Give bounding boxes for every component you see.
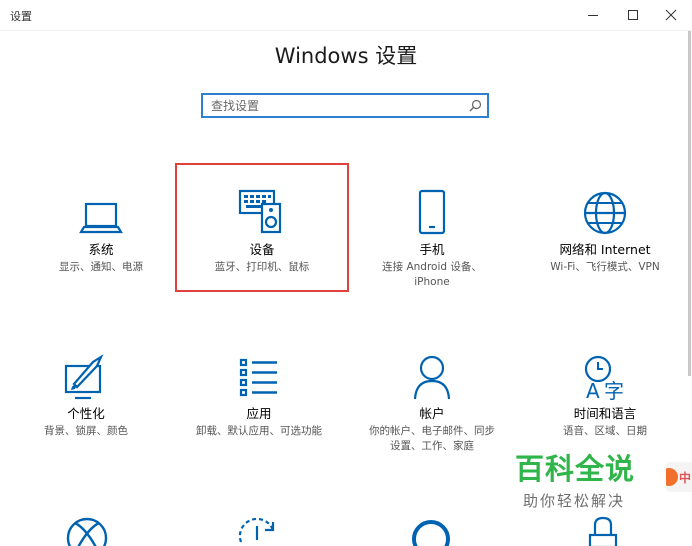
close-icon [665,9,677,21]
watermark-title: 百科全说 [515,452,636,486]
tile-phone-desc: 连接 Android 设备、 [382,261,482,273]
search-input[interactable] [211,97,461,114]
tile-phone[interactable]: 手机 连接 Android 设备、 iPhone [346,180,518,290]
search-box[interactable] [201,93,489,118]
tile-network-desc: Wi-Fi、飞行模式、VPN [550,261,660,273]
devices-icon [238,189,282,234]
person-icon [413,355,451,400]
globe-icon [583,191,627,235]
scrollbar-thumb[interactable] [688,31,691,376]
tile-network[interactable]: 网络和 Internet Wi-Fi、飞行模式、VPN [519,180,691,275]
watermark-badge: 中 [666,462,692,492]
tile-devices[interactable]: 设备 蓝牙、打印机、鼠标 [176,180,348,275]
personalization-icon [64,354,104,400]
tile-time-language[interactable]: A 字 时间和语言 语音、区域、日期 [519,344,691,439]
laptop-icon [79,202,123,234]
update-security-icon[interactable] [235,518,281,546]
title-bar: 设置 [0,0,692,31]
lock-icon[interactable] [586,515,620,546]
tile-apps[interactable]: 应用 卸载、默认应用、可选功能 [173,344,345,439]
minimize-icon [588,15,598,16]
tile-devices-desc: 蓝牙、打印机、鼠标 [214,261,310,273]
tile-system[interactable]: 系统 显示、通知、电源 [15,180,187,275]
apps-list-icon [239,358,277,397]
badge-logo-icon [666,468,678,486]
tile-phone-desc2: iPhone [414,276,450,288]
tile-system-name: 系统 [88,242,114,257]
tile-apps-name: 应用 [246,406,272,421]
tile-phone-name: 手机 [419,242,445,257]
tile-time-language-desc: 语音、区域、日期 [563,425,647,437]
tile-personalization-desc: 背景、锁屏、颜色 [44,425,128,437]
window-title: 设置 [10,10,32,23]
tile-devices-name: 设备 [249,242,275,257]
tile-personalization-name: 个性化 [67,406,105,421]
tile-system-desc: 显示、通知、电源 [59,261,143,273]
close-button[interactable] [648,0,692,30]
svg-text:字: 字 [604,379,624,400]
tile-accounts[interactable]: 帐户 你的帐户、电子邮件、同步 设置、工作、家庭 [346,344,518,454]
badge-text: 中 [679,471,692,485]
watermark-subtitle: 助你轻松解决 [523,492,626,510]
watermark: 百科全说 助你轻松解决 [515,452,645,511]
page-title: Windows 设置 [274,44,418,68]
phone-icon [418,189,446,235]
search-icon[interactable] [469,99,482,112]
cortana-icon[interactable] [408,515,454,546]
tile-personalization[interactable]: 个性化 背景、锁屏、颜色 [0,344,172,439]
svg-text:A: A [586,379,600,400]
tile-accounts-desc2: 设置、工作、家庭 [390,440,474,452]
tile-accounts-name: 帐户 [419,406,445,421]
tile-accounts-desc: 你的帐户、电子邮件、同步 [369,425,495,437]
time-language-icon: A 字 [584,355,624,400]
maximize-icon [628,10,638,20]
xbox-icon[interactable] [64,515,110,546]
tile-apps-desc: 卸载、默认应用、可选功能 [196,425,322,437]
tile-network-name: 网络和 Internet [559,242,651,257]
tile-time-language-name: 时间和语言 [573,406,637,421]
